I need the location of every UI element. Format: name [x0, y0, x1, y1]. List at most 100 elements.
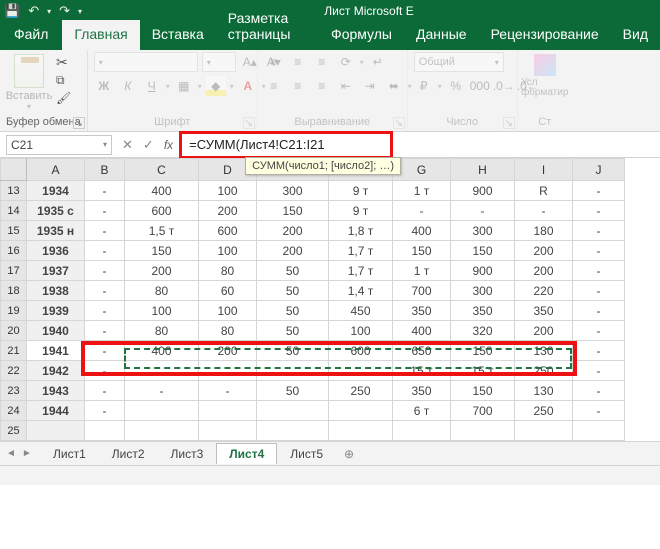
cell-H14[interactable]: -: [451, 201, 515, 221]
cell-H16[interactable]: 150: [451, 241, 515, 261]
row-header-20[interactable]: 20: [1, 321, 27, 341]
fill-color-icon[interactable]: ◆: [206, 76, 226, 96]
cell-E22[interactable]: [257, 361, 329, 381]
cell-E21[interactable]: 50: [257, 341, 329, 361]
cell-E18[interactable]: 50: [257, 281, 329, 301]
cell-I20[interactable]: 200: [515, 321, 573, 341]
col-header-I[interactable]: I: [515, 159, 573, 181]
row-header-25[interactable]: 25: [1, 421, 27, 441]
cell-B25[interactable]: [85, 421, 125, 441]
cell-E13[interactable]: 300: [257, 181, 329, 201]
cell-J16[interactable]: -: [573, 241, 625, 261]
merge-icon[interactable]: ⬌: [384, 76, 404, 96]
cell-B21[interactable]: -: [85, 341, 125, 361]
qat-customize-icon[interactable]: ▾: [78, 7, 82, 16]
sheet-tab-Лист4[interactable]: Лист4: [216, 443, 277, 464]
row-header-16[interactable]: 16: [1, 241, 27, 261]
cell-G22[interactable]: 15 т: [393, 361, 451, 381]
cell-D15[interactable]: 600: [199, 221, 257, 241]
cell-H15[interactable]: 300: [451, 221, 515, 241]
increase-font-icon[interactable]: A▴: [240, 52, 260, 72]
cell-B17[interactable]: -: [85, 261, 125, 281]
format-painter-icon[interactable]: 🖌: [56, 90, 71, 106]
bold-button[interactable]: Ж: [94, 76, 114, 96]
cell-G23[interactable]: 350: [393, 381, 451, 401]
align-left-icon[interactable]: ≡: [264, 76, 284, 96]
tab-home[interactable]: Главная: [62, 20, 139, 50]
fx-icon[interactable]: fx: [164, 138, 173, 152]
row-header-24[interactable]: 24: [1, 401, 27, 421]
cell-F24[interactable]: [329, 401, 393, 421]
cell-F16[interactable]: 1,7 т: [329, 241, 393, 261]
cell-F17[interactable]: 1,7 т: [329, 261, 393, 281]
tab-view[interactable]: Вид: [611, 20, 660, 50]
save-icon[interactable]: 💾: [4, 3, 20, 19]
cell-E15[interactable]: 200: [257, 221, 329, 241]
wrap-text-icon[interactable]: ↵: [368, 52, 388, 72]
cell-E25[interactable]: [257, 421, 329, 441]
name-box[interactable]: C21 ▾: [6, 135, 112, 155]
cell-J23[interactable]: -: [573, 381, 625, 401]
row-header-13[interactable]: 13: [1, 181, 27, 201]
cell-F23[interactable]: 250: [329, 381, 393, 401]
cell-D18[interactable]: 60: [199, 281, 257, 301]
cell-I18[interactable]: 220: [515, 281, 573, 301]
cell-A15[interactable]: 1935 н: [27, 221, 85, 241]
cell-H23[interactable]: 150: [451, 381, 515, 401]
cell-F15[interactable]: 1,8 т: [329, 221, 393, 241]
cell-D23[interactable]: -: [199, 381, 257, 401]
sheet-tab-Лист1[interactable]: Лист1: [40, 443, 99, 464]
cell-A20[interactable]: 1940: [27, 321, 85, 341]
cell-E24[interactable]: [257, 401, 329, 421]
cell-G25[interactable]: [393, 421, 451, 441]
underline-button[interactable]: Ч: [142, 76, 162, 96]
cell-I24[interactable]: 250: [515, 401, 573, 421]
cell-J13[interactable]: -: [573, 181, 625, 201]
cell-I19[interactable]: 350: [515, 301, 573, 321]
cell-C13[interactable]: 400: [125, 181, 199, 201]
cell-F21[interactable]: 600: [329, 341, 393, 361]
cut-icon[interactable]: ✂: [56, 54, 71, 70]
cell-C24[interactable]: [125, 401, 199, 421]
cell-D22[interactable]: [199, 361, 257, 381]
redo-icon[interactable]: ↷: [59, 3, 70, 19]
conditional-format-button[interactable]: Усл форматир: [524, 52, 566, 98]
borders-icon[interactable]: ▦: [174, 76, 194, 96]
cancel-formula-icon[interactable]: ✕: [122, 137, 133, 153]
cell-J22[interactable]: -: [573, 361, 625, 381]
col-header-C[interactable]: C: [125, 159, 199, 181]
cell-D13[interactable]: 100: [199, 181, 257, 201]
tab-layout[interactable]: Разметка страницы: [216, 4, 319, 50]
undo-dropdown-icon[interactable]: ▾: [47, 7, 51, 16]
cell-J14[interactable]: -: [573, 201, 625, 221]
formula-bar[interactable]: [183, 135, 660, 155]
cell-B24[interactable]: -: [85, 401, 125, 421]
font-launcher-icon[interactable]: ↘: [243, 117, 255, 129]
italic-button[interactable]: К: [118, 76, 138, 96]
cell-I22[interactable]: 250: [515, 361, 573, 381]
cell-G14[interactable]: -: [393, 201, 451, 221]
cell-G13[interactable]: 1 т: [393, 181, 451, 201]
sheet-tab-Лист2[interactable]: Лист2: [99, 443, 158, 464]
cell-H21[interactable]: 150: [451, 341, 515, 361]
cell-G19[interactable]: 350: [393, 301, 451, 321]
sheet-tab-Лист5[interactable]: Лист5: [277, 443, 336, 464]
cell-I23[interactable]: 130: [515, 381, 573, 401]
cell-J17[interactable]: -: [573, 261, 625, 281]
cell-F19[interactable]: 450: [329, 301, 393, 321]
number-launcher-icon[interactable]: ↘: [503, 117, 515, 129]
cell-C25[interactable]: [125, 421, 199, 441]
cell-B13[interactable]: -: [85, 181, 125, 201]
cell-F13[interactable]: 9 т: [329, 181, 393, 201]
row-header-19[interactable]: 19: [1, 301, 27, 321]
tab-file[interactable]: Файл: [0, 20, 62, 50]
cell-B19[interactable]: -: [85, 301, 125, 321]
increase-indent-icon[interactable]: ⇥: [360, 76, 380, 96]
cell-A14[interactable]: 1935 с: [27, 201, 85, 221]
align-top-icon[interactable]: ≡: [264, 52, 284, 72]
select-all-corner[interactable]: [1, 159, 27, 181]
cell-C14[interactable]: 600: [125, 201, 199, 221]
cell-G15[interactable]: 400: [393, 221, 451, 241]
cell-D17[interactable]: 80: [199, 261, 257, 281]
cell-C21[interactable]: 400: [125, 341, 199, 361]
